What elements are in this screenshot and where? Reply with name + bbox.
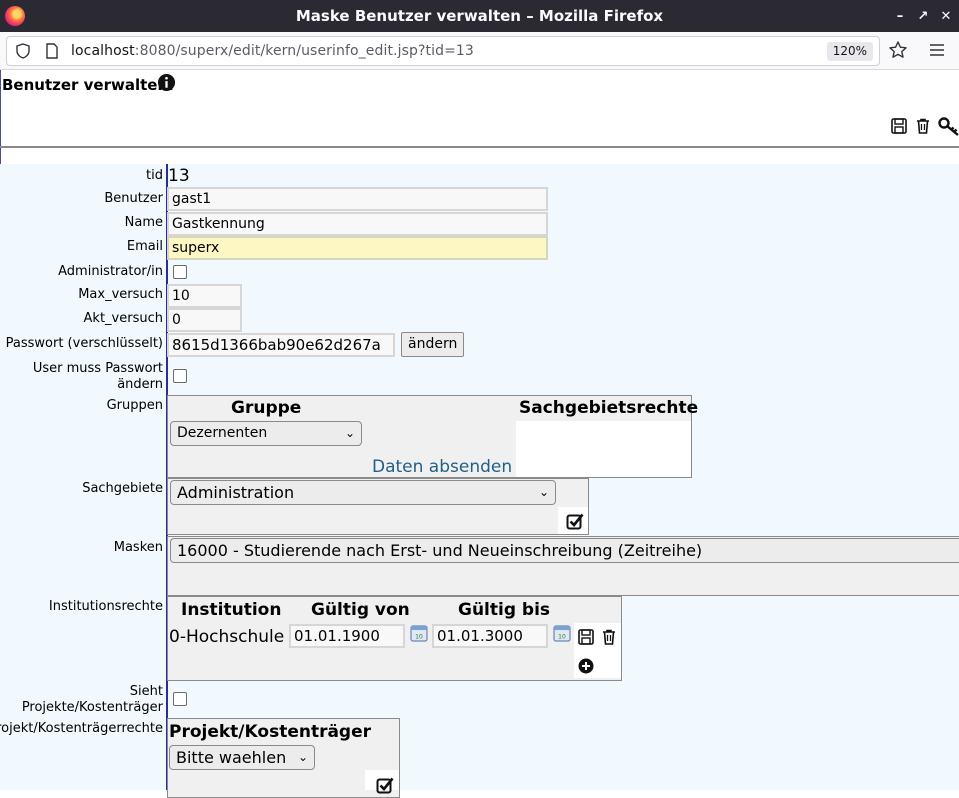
institution-column-header: Institution — [181, 600, 282, 620]
delete-row-icon[interactable] — [600, 628, 618, 646]
sieht-projekte-label-line2: Projekte/Kostenträger — [21, 700, 163, 715]
page-icon — [46, 43, 58, 59]
daten-absenden-link[interactable]: Daten absenden — [372, 457, 512, 477]
sieht-projekte-label-line1: Sieht — [129, 684, 163, 699]
benutzer-input[interactable]: gast1 — [167, 187, 548, 211]
gruppe-select[interactable]: Dezernenten ⌄ — [170, 421, 362, 446]
institutionsrechte-label: Institutionsrechte — [48, 599, 163, 614]
info-icon[interactable] — [157, 73, 176, 92]
svg-text:10: 10 — [415, 634, 423, 641]
projektrechte-label: Projekt/Kostenträgerrechte — [0, 721, 163, 736]
gruppe-select-value: Dezernenten — [177, 425, 268, 441]
masken-select[interactable]: 16000 - Studierende nach Erst- und Neuei… — [170, 538, 959, 563]
user-muss-label-line1: User muss Passwort — [32, 361, 163, 376]
url-bar[interactable]: localhost:8080/superx/edit/kern/userinfo… — [6, 36, 880, 66]
akt-versuch-input[interactable]: 0 — [167, 308, 242, 332]
calendar-icon[interactable]: 10 — [553, 624, 571, 642]
check-all-icon[interactable] — [376, 776, 394, 794]
restore-icon[interactable]: ↗ — [916, 9, 930, 24]
url-text[interactable]: localhost:8080/superx/edit/kern/userinfo… — [71, 43, 474, 59]
akt-versuch-label: Akt_versuch — [83, 311, 163, 326]
user-muss-label-line2: ändern — [117, 377, 163, 392]
save-icon[interactable] — [890, 117, 908, 135]
sachgebietsrechte-column-header: Sachgebietsrechte — [519, 398, 699, 418]
tid-value: 13 — [168, 166, 190, 186]
calendar-icon[interactable]: 10 — [410, 624, 428, 642]
chevron-down-icon: ⌄ — [538, 485, 549, 499]
max-versuch-input[interactable]: 10 — [167, 284, 242, 308]
window-controls: – ↗ ✕ — [893, 0, 953, 32]
user-muss-checkbox[interactable] — [173, 369, 187, 383]
gueltig-bis-column-header: Gültig bis — [458, 600, 551, 620]
svg-text:10: 10 — [558, 634, 566, 641]
sieht-projekte-checkbox[interactable] — [173, 692, 187, 706]
masken-select-value: 16000 - Studierende nach Erst- und Neuei… — [177, 541, 703, 560]
browser-navbar: localhost:8080/superx/edit/kern/userinfo… — [0, 32, 959, 70]
sachgebietsrechte-cell — [516, 421, 691, 477]
close-icon[interactable]: ✕ — [939, 9, 953, 24]
gueltig-von-column-header: Gültig von — [311, 600, 410, 620]
admin-label: Administrator/in — [58, 264, 163, 279]
page-title: Benutzer verwalten. — [2, 76, 174, 94]
chevron-down-icon: ⌄ — [297, 750, 308, 764]
admin-checkbox[interactable] — [173, 265, 187, 279]
projekt-select[interactable]: Bitte waehlen ⌄ — [169, 745, 315, 770]
key-icon[interactable] — [938, 116, 959, 136]
gueltig-von-input[interactable]: 01.01.1900 — [289, 624, 405, 648]
check-all-icon[interactable] — [566, 512, 584, 530]
passwort-aendern-button[interactable]: ändern — [401, 332, 465, 357]
shield-icon[interactable] — [15, 43, 31, 59]
tid-label: tid — [146, 168, 163, 183]
bookmark-star-icon[interactable] — [888, 40, 908, 60]
chevron-down-icon: ⌄ — [344, 426, 355, 440]
sachgebiete-label: Sachgebiete — [82, 481, 163, 496]
window-titlebar: Maske Benutzer verwalten – Mozilla Firef… — [0, 0, 959, 32]
gruppen-label: Gruppen — [106, 398, 163, 413]
name-input[interactable]: Gastkennung — [167, 212, 548, 236]
gruppe-column-header: Gruppe — [231, 398, 302, 418]
name-label: Name — [124, 215, 163, 230]
sachgebiete-select[interactable]: Administration ⌄ — [170, 480, 556, 505]
hamburger-menu-icon[interactable] — [928, 42, 946, 58]
passwort-label: Passwort (verschlüsselt) — [5, 336, 163, 351]
passwort-input[interactable]: 8615d1366bab90e62d267a — [167, 333, 395, 357]
institution-value: 0-Hochschule — [169, 627, 285, 647]
minimize-icon[interactable]: – — [893, 9, 907, 24]
projekt-select-value: Bitte waehlen — [176, 748, 287, 767]
email-input[interactable]: superx — [167, 236, 548, 260]
url-host: localhost — [71, 43, 135, 59]
save-row-icon[interactable] — [577, 628, 595, 646]
benutzer-label: Benutzer — [104, 191, 163, 206]
max-versuch-label: Max_versuch — [78, 287, 163, 302]
email-label: Email — [126, 239, 163, 254]
zoom-badge[interactable]: 120% — [826, 42, 873, 61]
sachgebiete-select-value: Administration — [177, 483, 295, 502]
url-path: :8080/superx/edit/kern/userinfo_edit.jsp… — [134, 43, 474, 59]
add-row-icon[interactable] — [577, 657, 595, 675]
header-divider — [0, 146, 959, 148]
window-title: Maske Benutzer verwalten – Mozilla Firef… — [295, 7, 664, 25]
gueltig-bis-input[interactable]: 01.01.3000 — [432, 624, 548, 648]
firefox-logo-icon — [5, 6, 25, 26]
delete-icon[interactable] — [914, 117, 932, 135]
masken-label: Masken — [113, 540, 163, 555]
projekt-column-header: Projekt/Kostenträger — [169, 722, 372, 742]
